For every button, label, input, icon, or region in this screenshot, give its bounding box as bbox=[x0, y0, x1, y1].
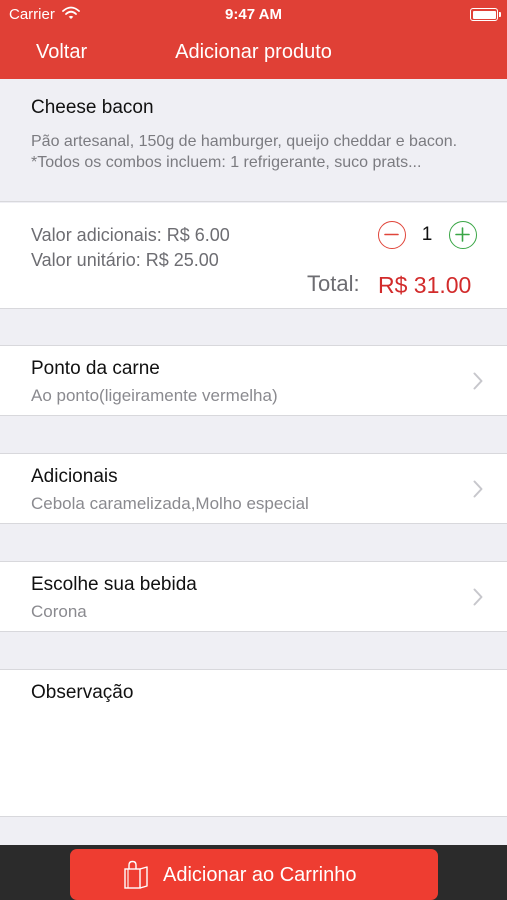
shopping-bag-icon bbox=[124, 860, 148, 889]
battery-level bbox=[472, 10, 496, 19]
option-value: Corona bbox=[31, 602, 87, 621]
clock: 9:47 AM bbox=[225, 6, 282, 23]
product-name: Cheese bacon bbox=[31, 97, 154, 118]
navigation-bar: Voltar Adicionar produto bbox=[0, 28, 507, 79]
increase-quantity-button[interactable] bbox=[449, 221, 477, 249]
option-additionals[interactable]: Adicionais Cebola caramelizada,Molho esp… bbox=[0, 453, 507, 524]
pricing-section: Valor adicionais: R$ 6.00 Valor unitário… bbox=[0, 203, 507, 309]
option-value: Ao ponto(ligeiramente vermelha) bbox=[31, 386, 278, 405]
status-bar: Carrier 9:47 AM bbox=[0, 0, 507, 28]
option-value: Cebola caramelizada,Molho especial bbox=[31, 494, 309, 513]
total-value: R$ 31.00 bbox=[378, 272, 472, 298]
chevron-right-icon bbox=[473, 588, 483, 606]
option-drink[interactable]: Escolhe sua bebida Corona bbox=[0, 561, 507, 632]
add-to-cart-label: Adicionar ao Carrinho bbox=[163, 864, 357, 886]
notes-field[interactable]: Observação bbox=[0, 669, 507, 817]
additional-value: Valor adicionais: R$ 6.00 bbox=[31, 225, 230, 245]
bottom-bar: Adicionar ao Carrinho bbox=[0, 845, 507, 900]
chevron-right-icon bbox=[473, 480, 483, 498]
quantity-value: 1 bbox=[421, 224, 433, 245]
notes-label: Observação bbox=[31, 682, 134, 703]
option-label: Escolhe sua bebida bbox=[31, 574, 197, 595]
total-label: Total: bbox=[307, 271, 360, 296]
chevron-right-icon bbox=[473, 372, 483, 390]
description-text: Pão artesanal, 150g de hamburger, queijo… bbox=[31, 133, 458, 171]
option-meat-doneness[interactable]: Ponto da carne Ao ponto(ligeiramente ver… bbox=[0, 345, 507, 416]
decrease-quantity-button[interactable] bbox=[378, 221, 406, 249]
unit-value: Valor unitário: R$ 25.00 bbox=[31, 250, 219, 270]
option-label: Adicionais bbox=[31, 466, 118, 487]
product-info: Cheese bacon Pão artesanal, 150g de hamb… bbox=[0, 79, 507, 202]
add-to-cart-button[interactable]: Adicionar ao Carrinho bbox=[70, 849, 438, 900]
battery-icon bbox=[470, 8, 501, 21]
page-title: Adicionar produto bbox=[175, 41, 332, 63]
product-description: Pão artesanal, 150g de hamburger, queijo… bbox=[31, 131, 471, 173]
minus-icon bbox=[384, 233, 399, 236]
option-label: Ponto da carne bbox=[31, 358, 160, 379]
plus-icon bbox=[455, 227, 470, 242]
